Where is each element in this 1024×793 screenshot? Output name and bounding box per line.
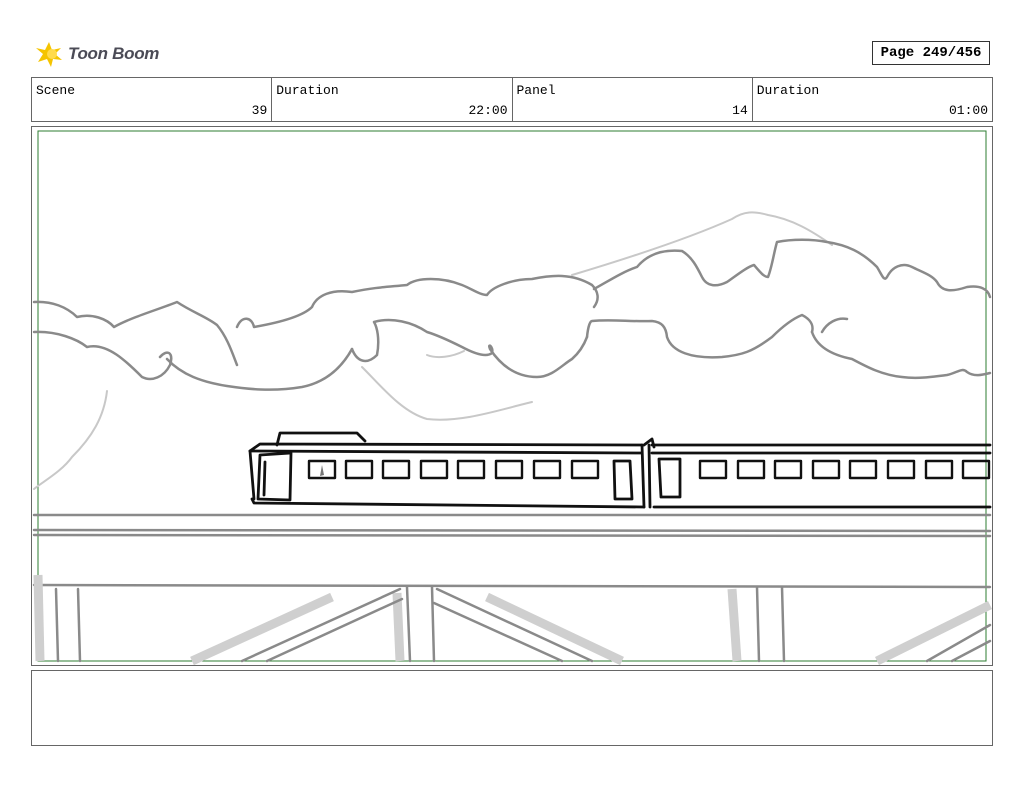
safe-frame [37,130,987,662]
panel-duration-label: Duration [756,83,820,98]
background-hills [33,211,833,490]
panel-sketch [32,130,992,665]
panel-label: Panel [516,83,556,98]
panel-value: 14 [732,103,748,118]
panel-duration-value: 01:00 [948,103,988,118]
cloud-outlines [32,238,992,391]
panel-cell: Panel 14 [513,78,753,121]
scene-cell: Scene 39 [32,78,273,121]
bridge-truss [54,585,992,663]
info-row: Scene 39 Duration 22:00 Panel 14 Duratio… [31,77,993,122]
panel-duration-cell: Duration 01:00 [753,78,992,121]
page-number: Page 249/456 [872,41,990,65]
scene-duration-label: Duration [276,83,339,98]
scene-value: 39 [251,103,268,118]
bridge-deck [32,513,992,589]
scene-duration-cell: Duration 22:00 [272,78,513,121]
toon-boom-logo: Toon Boom [34,38,159,70]
scene-duration-value: 22:00 [468,103,508,118]
starburst-icon [36,42,62,67]
panel-notes [31,670,993,746]
storyboard-panel [31,126,993,666]
window-figure [320,465,324,476]
train [248,431,992,509]
scene-label: Scene [36,83,76,98]
logo-text: Toon Boom [68,44,160,63]
